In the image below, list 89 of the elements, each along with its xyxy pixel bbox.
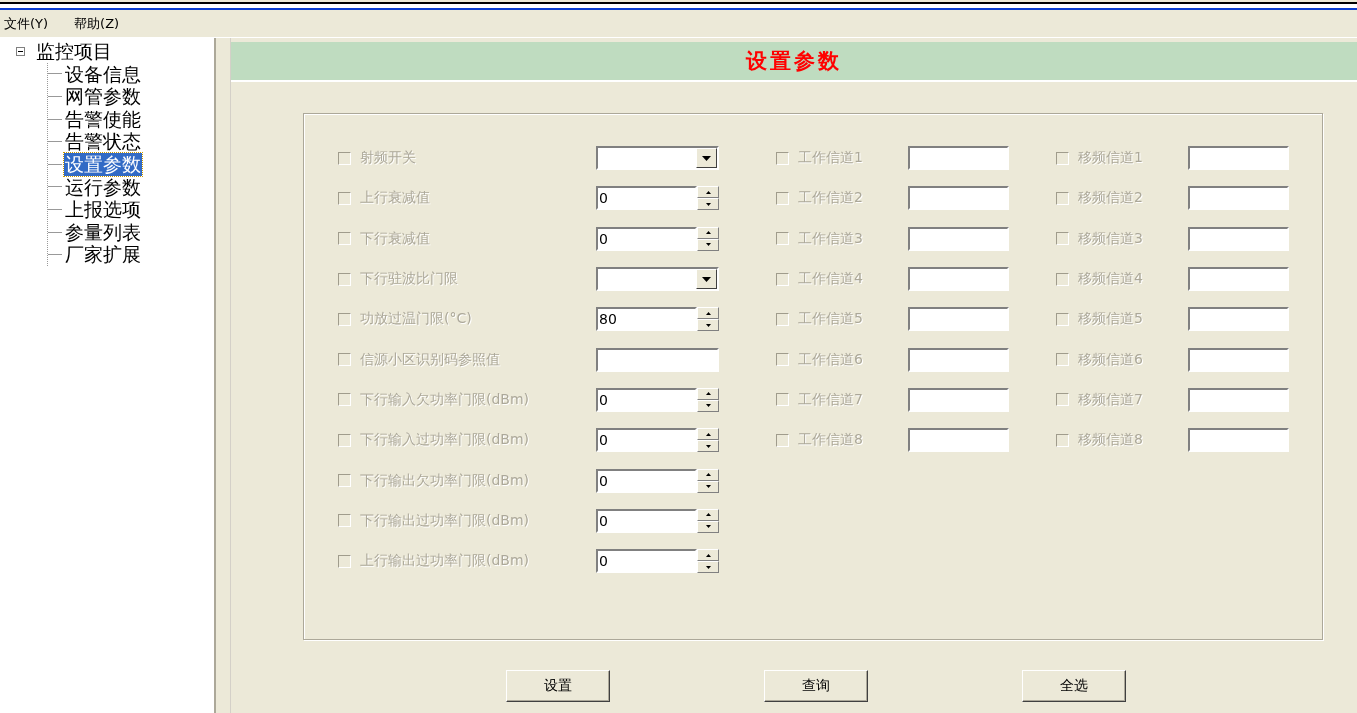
down-triangle-icon — [705, 485, 711, 488]
checkbox-label: 工作信道1 — [798, 149, 864, 168]
spin-up-button[interactable] — [697, 307, 719, 320]
text-field[interactable] — [908, 347, 1009, 372]
text-field[interactable] — [1188, 347, 1289, 372]
tree-item[interactable]: 参量列表 — [64, 220, 142, 244]
button[interactable]: 设置 — [506, 670, 610, 702]
checkbox-label: 信源小区识别码参照值 — [360, 350, 501, 369]
collapse-icon[interactable] — [16, 46, 25, 56]
checkbox-label: 射频开关 — [360, 149, 417, 168]
text-field[interactable] — [908, 267, 1009, 292]
spin-up-button[interactable] — [697, 549, 719, 562]
checkbox-label: 移频信道2 — [1078, 189, 1144, 208]
checkbox-label: 工作信道4 — [798, 270, 864, 289]
text-field[interactable] — [596, 347, 719, 372]
tree-item[interactable]: 上报选项 — [64, 198, 142, 221]
checkbox-label: 工作信道8 — [798, 431, 864, 450]
text-field[interactable] — [1188, 307, 1289, 332]
tree-item[interactable]: 告警状态 — [64, 130, 142, 153]
dropdown[interactable] — [596, 146, 719, 171]
checkbox-label: 工作信道5 — [798, 310, 864, 329]
text-field[interactable] — [1188, 146, 1289, 171]
menu-item[interactable]: 文件(Y) — [2, 14, 51, 33]
checkbox-label: 下行驻波比门限 — [360, 270, 459, 289]
spin-up-button[interactable] — [697, 186, 719, 199]
button[interactable]: 查询 — [764, 670, 868, 702]
text-field[interactable] — [908, 186, 1009, 211]
tree-item[interactable]: 设置参数 — [64, 152, 142, 176]
text-field[interactable] — [1188, 387, 1289, 412]
down-triangle-icon — [705, 525, 711, 529]
up-triangle-icon — [705, 513, 711, 517]
text-field[interactable] — [908, 387, 1009, 412]
checkbox-label: 移频信道4 — [1078, 270, 1144, 289]
checkbox-label: 移频信道1 — [1078, 149, 1144, 168]
spin-up-button[interactable] — [697, 428, 719, 441]
checkbox-label: 下行输出过功率门限(dBm) — [360, 511, 531, 530]
text-field[interactable] — [908, 307, 1009, 332]
checkbox-label: 下行输入欠功率门限(dBm) — [360, 390, 531, 409]
checkbox-label: 工作信道2 — [798, 189, 864, 208]
checkbox-label: 移频信道3 — [1078, 229, 1144, 248]
checkbox-label: 移频信道7 — [1078, 390, 1144, 409]
down-triangle-icon — [705, 202, 711, 206]
tree-item[interactable]: 设备信息 — [64, 62, 142, 86]
up-triangle-icon — [705, 553, 711, 557]
text-field[interactable] — [1188, 428, 1289, 453]
tree-item[interactable]: 运行参数 — [64, 175, 142, 199]
up-triangle-icon — [705, 392, 711, 396]
checkbox-label: 移频信道5 — [1078, 310, 1144, 329]
tree-item[interactable]: 告警使能 — [64, 107, 142, 131]
tree-item[interactable]: 监控项目 — [35, 40, 113, 63]
down-triangle-icon — [705, 565, 711, 569]
up-triangle-icon — [705, 231, 711, 235]
spin-down-button[interactable] — [697, 319, 719, 332]
text-field[interactable] — [1188, 186, 1289, 211]
text-field[interactable] — [1188, 267, 1289, 292]
spin-down-button[interactable] — [697, 440, 719, 453]
up-triangle-icon — [705, 311, 711, 315]
panel-title: 设置参数 — [746, 48, 842, 75]
checkbox-label: 工作信道6 — [798, 350, 864, 369]
text-field[interactable] — [908, 226, 1009, 251]
button[interactable]: 全选 — [1022, 670, 1126, 702]
checkbox-label: 下行输入过功率门限(dBm) — [360, 431, 531, 450]
checkbox-label: 功放过温门限(°C) — [360, 310, 473, 329]
spin-down-button[interactable] — [697, 561, 719, 574]
spin-up-button[interactable] — [697, 387, 719, 400]
down-triangle-icon — [705, 404, 711, 408]
checkbox-label: 移频信道6 — [1078, 350, 1144, 369]
checkbox-label: 移频信道8 — [1078, 431, 1144, 450]
spin-up-button[interactable] — [697, 226, 719, 239]
up-triangle-icon — [705, 190, 711, 194]
up-triangle-icon — [705, 473, 711, 476]
down-triangle-icon — [705, 243, 711, 247]
checkbox-label: 工作信道3 — [798, 229, 864, 248]
up-triangle-icon — [705, 432, 711, 436]
spin-up-button[interactable] — [697, 508, 719, 521]
text-field[interactable] — [908, 146, 1009, 171]
down-triangle-icon — [705, 323, 711, 327]
spin-down-button[interactable] — [697, 198, 719, 211]
tree-item[interactable]: 厂家扩展 — [64, 243, 142, 266]
text-field[interactable] — [908, 428, 1009, 453]
checkbox-label: 下行输出欠功率门限(dBm) — [360, 471, 531, 490]
spin-up-button[interactable] — [697, 468, 719, 481]
checkbox-label: 工作信道7 — [798, 390, 864, 409]
text-field[interactable] — [1188, 226, 1289, 251]
menu-item[interactable]: 帮助(Z) — [72, 14, 122, 33]
dropdown[interactable] — [596, 267, 719, 292]
tree-item[interactable]: 网管参数 — [64, 85, 142, 108]
checkbox-label: 下行衰减值 — [360, 229, 431, 248]
down-triangle-icon — [705, 444, 711, 448]
